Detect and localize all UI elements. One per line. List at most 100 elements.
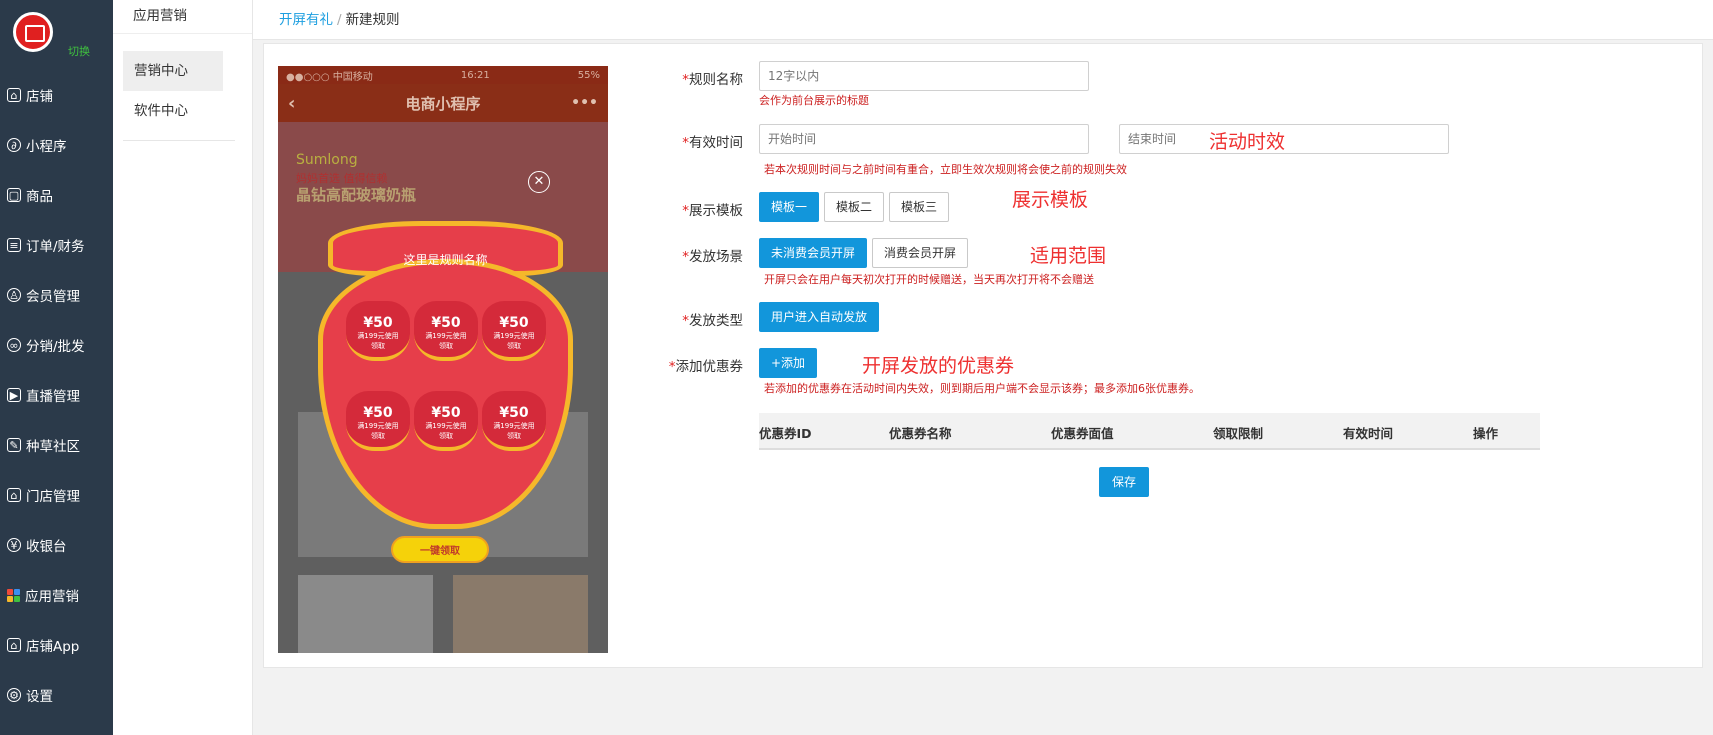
switch-link[interactable]: 切换 bbox=[68, 43, 90, 59]
rule-name-input[interactable] bbox=[759, 61, 1089, 91]
gear-icon: ⚙ bbox=[7, 688, 21, 702]
main-panel: ●●○○○ 中国移动 16:21 55% ‹ 电商小程序 ••• Sumlong… bbox=[263, 43, 1703, 668]
app-icon: ⌂ bbox=[7, 638, 21, 652]
column-header: 有效时间 bbox=[1343, 426, 1394, 441]
template-one-button[interactable]: 模板一 bbox=[759, 192, 820, 222]
sidebar-item-stores[interactable]: ⌂ 门店管理 bbox=[0, 470, 113, 520]
annotation-activity-time: 活动时效 bbox=[1209, 131, 1286, 153]
coupon-value: 50 bbox=[441, 405, 461, 421]
label-text: 规则名称 bbox=[689, 72, 743, 88]
type-label: *发放类型 bbox=[668, 309, 743, 329]
sidebar-item-cashier[interactable]: ¥ 收银台 bbox=[0, 520, 113, 570]
sidebar-item-marketing[interactable]: 应用营销 bbox=[0, 570, 113, 620]
scene-unconsumed-button[interactable]: 未消费会员开屏 bbox=[759, 238, 868, 268]
coupon-value: 50 bbox=[373, 405, 393, 421]
coupon-claim-label: 领取 bbox=[371, 432, 385, 440]
grab-all-button: 一键领取 bbox=[391, 536, 489, 563]
main-sidebar: 切换 ⌂ 店铺 ∂ 小程序 ▢ 商品 ≡ 订单/财务 ♙ 会员管理 ∞ 分销/批发 ▶ 直播管… bbox=[0, 0, 113, 735]
live-icon: ▶ bbox=[7, 388, 21, 402]
apps-icon bbox=[7, 588, 20, 602]
scene-consumed-button[interactable]: 消费会员开屏 bbox=[872, 238, 969, 268]
subnav-item-marketing-center[interactable]: 营销中心 bbox=[123, 51, 223, 91]
coupon-bag: ¥50 满199元使用 领取 bbox=[414, 391, 478, 451]
close-icon: ✕ bbox=[528, 171, 550, 193]
sidebar-item-community[interactable]: ✎ 种草社区 bbox=[0, 420, 113, 470]
sidebar-item-label: 店铺App bbox=[26, 639, 80, 655]
required-mark: * bbox=[682, 203, 689, 219]
valid-time-hint: 若本次规则时间与之前时间有重合，立即生效次规则将会使之前的规则失效 bbox=[764, 163, 1127, 176]
coupon-condition: 满199元使用 bbox=[425, 332, 467, 340]
sidebar-item-orders[interactable]: ≡ 订单/财务 bbox=[0, 220, 113, 270]
sidebar-item-label: 会员管理 bbox=[26, 289, 80, 305]
coupon-condition: 满199元使用 bbox=[425, 422, 467, 430]
label-text: 发放场景 bbox=[689, 249, 743, 265]
lucky-bag-popup: 这里是规则名称 ¥50 满199元使用 领取 ¥50 满199元使用 领取 ¥50 满19… bbox=[318, 221, 573, 529]
sidebar-item-label: 小程序 bbox=[26, 139, 67, 155]
breadcrumb: 开屏有礼 / 新建规则 bbox=[279, 8, 400, 28]
product-image bbox=[298, 575, 433, 653]
rule-name-hint: 会作为前台展示的标题 bbox=[759, 94, 869, 107]
banner-headline: 晶钻高配玻璃奶瓶 bbox=[296, 186, 417, 204]
subnav-item-software-center[interactable]: 软件中心 bbox=[123, 91, 223, 131]
coupon-bag: ¥50 满199元使用 领取 bbox=[482, 391, 546, 451]
bag-title: 这里是规则名称 bbox=[403, 253, 488, 267]
subnav-title: 应用营销 bbox=[113, 0, 252, 34]
sub-sidebar: 应用营销 营销中心 软件中心 bbox=[113, 0, 253, 735]
sidebar-item-label: 设置 bbox=[26, 689, 53, 705]
annotation-scope: 适用范围 bbox=[1030, 245, 1107, 267]
coupon-value: 50 bbox=[441, 315, 461, 331]
divider bbox=[123, 140, 235, 141]
sidebar-item-store[interactable]: ⌂ 店铺 bbox=[0, 70, 113, 120]
phone-preview: ●●○○○ 中国移动 16:21 55% ‹ 电商小程序 ••• Sumlong… bbox=[278, 66, 608, 653]
breadcrumb-current: 新建规则 bbox=[345, 12, 400, 28]
phone-status-bar: ●●○○○ 中国移动 16:21 55% bbox=[278, 66, 608, 84]
breadcrumb-parent-link[interactable]: 开屏有礼 bbox=[279, 12, 333, 28]
breadcrumb-separator: / bbox=[337, 12, 342, 28]
coupon-currency: ¥ bbox=[363, 315, 374, 331]
sidebar-item-members[interactable]: ♙ 会员管理 bbox=[0, 270, 113, 320]
auto-issue-button[interactable]: 用户进入自动发放 bbox=[759, 302, 880, 332]
sidebar-item-label: 应用营销 bbox=[25, 589, 79, 605]
sidebar-item-goods[interactable]: ▢ 商品 bbox=[0, 170, 113, 220]
order-icon: ≡ bbox=[7, 238, 21, 252]
sidebar-item-label: 订单/财务 bbox=[26, 239, 85, 255]
sidebar-nav: ⌂ 店铺 ∂ 小程序 ▢ 商品 ≡ 订单/财务 ♙ 会员管理 ∞ 分销/批发 ▶ 直播管理 ✎… bbox=[0, 70, 113, 720]
sidebar-item-miniprogram[interactable]: ∂ 小程序 bbox=[0, 120, 113, 170]
member-icon: ♙ bbox=[7, 288, 21, 302]
coupon-value: 50 bbox=[509, 405, 529, 421]
battery-text: 55% bbox=[577, 69, 600, 81]
add-coupon-button[interactable]: +添加 bbox=[759, 348, 818, 378]
sidebar-item-app[interactable]: ⌂ 店铺App bbox=[0, 620, 113, 670]
coupon-grid: ¥50 满199元使用 领取 ¥50 满199元使用 领取 ¥50 满199元使用 领取 ¥… bbox=[346, 301, 546, 451]
scene-label: *发放场景 bbox=[668, 245, 743, 265]
carrier-text: ●●○○○ 中国移动 bbox=[286, 71, 373, 83]
sidebar-item-distribution[interactable]: ∞ 分销/批发 bbox=[0, 320, 113, 370]
coupon-currency: ¥ bbox=[431, 315, 442, 331]
status-time: 16:21 bbox=[460, 69, 490, 81]
save-button[interactable]: 保存 bbox=[1099, 467, 1150, 497]
sidebar-item-live[interactable]: ▶ 直播管理 bbox=[0, 370, 113, 420]
back-icon: ‹ bbox=[288, 92, 296, 114]
rule-name-label: *规则名称 bbox=[668, 68, 743, 88]
column-header: 优惠券ID bbox=[759, 426, 812, 441]
column-header: 优惠券面值 bbox=[1051, 426, 1114, 441]
sidebar-item-label: 直播管理 bbox=[26, 389, 80, 405]
required-mark: * bbox=[682, 135, 689, 151]
bag-icon: ▢ bbox=[7, 188, 21, 202]
phone-nav-bar: ‹ 电商小程序 ••• bbox=[278, 84, 608, 122]
store-logo-icon[interactable] bbox=[13, 12, 53, 52]
column-header: 领取限制 bbox=[1213, 426, 1264, 441]
annotation-template: 展示模板 bbox=[1012, 189, 1089, 211]
template-label: *展示模板 bbox=[668, 199, 743, 219]
coupon-claim-label: 领取 bbox=[507, 432, 521, 440]
distribution-icon: ∞ bbox=[7, 338, 21, 352]
template-three-button[interactable]: 模板三 bbox=[889, 192, 950, 222]
coupon-condition: 满199元使用 bbox=[493, 332, 535, 340]
sidebar-item-settings[interactable]: ⚙ 设置 bbox=[0, 670, 113, 720]
column-header: 操作 bbox=[1473, 426, 1499, 441]
required-mark: * bbox=[668, 359, 676, 375]
coupon-claim-label: 领取 bbox=[439, 432, 453, 440]
required-mark: * bbox=[682, 72, 689, 88]
start-time-input[interactable] bbox=[759, 124, 1089, 154]
template-two-button[interactable]: 模板二 bbox=[824, 192, 885, 222]
